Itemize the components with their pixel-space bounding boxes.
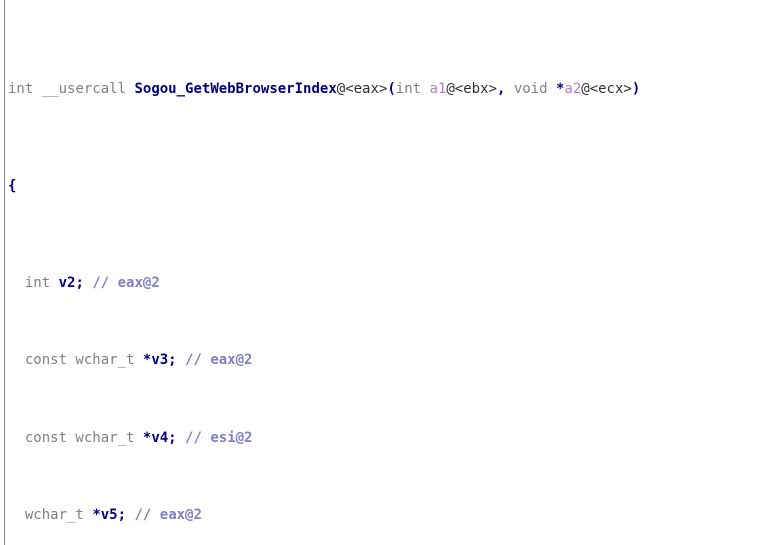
pseudocode-view[interactable]: /// int __usercall Sogou_GetWebBrowserIn…: [0, 0, 776, 545]
signature-arg1-name[interactable]: a1: [430, 81, 447, 97]
signature-arg2-name[interactable]: a2: [564, 81, 581, 97]
brace-open-function: {: [8, 177, 17, 194]
signature-return-type: int: [8, 80, 34, 97]
sp: [50, 275, 58, 291]
decl-register-comment: // eax@2: [185, 352, 253, 369]
code-listing[interactable]: int __usercall Sogou_GetWebBrowserIndex@…: [8, 2, 776, 545]
signature-open-paren: (: [387, 80, 396, 97]
decl-type: const wchar_t: [24, 352, 135, 369]
signature-arg1-location: @<ebx>: [446, 80, 497, 97]
decl-name[interactable]: v2: [59, 275, 76, 291]
decl-name[interactable]: v3: [151, 352, 168, 368]
line-decl-v5[interactable]: wchar_t *v5; // eax@2: [8, 506, 776, 525]
line-decl-v2[interactable]: int v2; // eax@2: [8, 274, 776, 293]
signature-separator: ,: [496, 80, 514, 97]
signature-arg2-location: @<ecx>: [581, 80, 632, 97]
sp: [134, 352, 142, 368]
semicolon: ;: [168, 429, 177, 446]
semicolon: ;: [75, 274, 84, 291]
sp: [177, 352, 185, 368]
signature-function-name[interactable]: Sogou_GetWebBrowserIndex: [134, 81, 336, 97]
signature-return-location: @<eax>: [336, 80, 388, 97]
sp: [421, 81, 429, 97]
decl-register-comment: // eax@2: [134, 507, 202, 524]
sp: [177, 430, 185, 446]
decl-type: const wchar_t: [24, 429, 135, 446]
sp: [134, 430, 142, 446]
decl-name[interactable]: v4: [151, 430, 168, 446]
sp: [33, 81, 41, 97]
semicolon: ;: [117, 507, 127, 524]
decl-star: *: [92, 507, 101, 524]
decl-type: wchar_t: [24, 507, 84, 524]
decl-register-comment: // esi@2: [185, 429, 253, 446]
line-decl-v3[interactable]: const wchar_t *v3; // eax@2: [8, 351, 776, 370]
decl-name[interactable]: v5: [101, 507, 118, 523]
line-function-open-brace[interactable]: {: [8, 177, 776, 196]
left-gutter-rule: [4, 0, 5, 545]
line-decl-v4[interactable]: const wchar_t *v4; // esi@2: [8, 429, 776, 448]
signature-calling-convention: __usercall: [41, 80, 127, 97]
line-function-signature[interactable]: int __usercall Sogou_GetWebBrowserIndex@…: [8, 80, 776, 99]
signature-arg1-type: int: [395, 80, 422, 97]
semicolon: ;: [168, 352, 177, 369]
decl-type: int: [24, 274, 51, 291]
signature-close-paren: ): [631, 80, 641, 97]
sp: [548, 81, 556, 97]
decl-register-comment: // eax@2: [92, 274, 160, 291]
signature-arg2-type: void: [513, 80, 548, 97]
